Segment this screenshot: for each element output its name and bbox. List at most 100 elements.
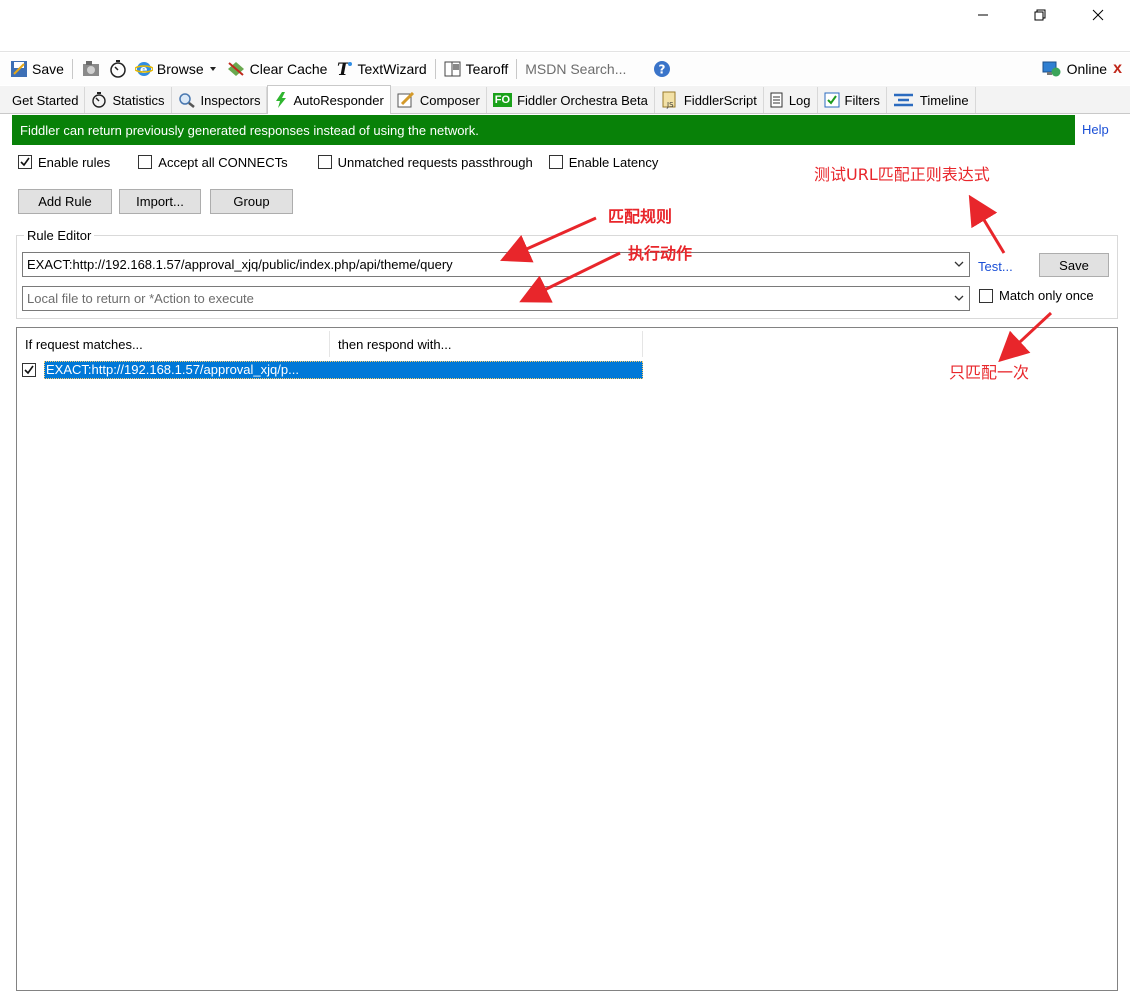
checkbox-box[interactable] xyxy=(548,155,563,169)
close-x-icon[interactable]: x xyxy=(1113,60,1122,78)
match-only-once-label: Match only once xyxy=(999,288,1094,303)
clear-cache-button[interactable]: Clear Cache xyxy=(222,56,332,82)
tab-fiddlerscript[interactable]: JS FiddlerScript xyxy=(654,87,764,113)
toolbar-separator xyxy=(71,59,73,79)
tearoff-button[interactable]: Tearoff xyxy=(440,56,513,82)
checkbox-box[interactable] xyxy=(979,288,993,303)
svg-text:e: e xyxy=(140,63,147,76)
online-status: Online x xyxy=(1041,53,1122,85)
info-banner: Fiddler can return previously generated … xyxy=(12,115,1075,145)
tab-label: Get Started xyxy=(12,92,79,108)
dropdown-caret-icon[interactable] xyxy=(208,64,218,74)
timeline-icon xyxy=(893,93,913,107)
accept-connects-label: Accept all CONNECTs xyxy=(158,154,288,170)
save-icon xyxy=(11,61,27,77)
browse-button[interactable]: e Browse xyxy=(131,56,222,82)
tab-statistics[interactable]: Statistics xyxy=(85,87,172,113)
text-wizard-label: TextWizard xyxy=(357,61,427,77)
tab-label: FiddlerScript xyxy=(683,92,757,108)
toolbar-separator xyxy=(516,59,518,79)
tab-label: AutoResponder xyxy=(293,92,384,108)
checkmark-icon xyxy=(24,365,34,375)
enable-rules-label: Enable rules xyxy=(38,154,111,170)
tab-get-started[interactable]: Get Started xyxy=(6,87,86,113)
browse-label: Browse xyxy=(156,61,204,77)
annotation-match-once: 只匹配一次 xyxy=(949,363,1030,382)
checkmark-icon xyxy=(20,157,30,167)
tab-timeline[interactable]: Timeline xyxy=(886,87,976,113)
checkbox-box[interactable] xyxy=(317,155,332,169)
unmatched-passthrough-label: Unmatched requests passthrough xyxy=(337,154,533,170)
rules-list[interactable] xyxy=(16,327,1118,991)
help-link[interactable]: Help xyxy=(1082,122,1109,137)
magnifier-icon xyxy=(178,93,195,108)
match-rule-value: EXACT:http://192.168.1.57/approval_xjq/p… xyxy=(27,257,453,272)
tearoff-label: Tearoff xyxy=(465,61,509,77)
enable-rules-checkbox[interactable]: Enable rules xyxy=(18,155,110,170)
clear-cache-label: Clear Cache xyxy=(249,61,328,77)
lightning-icon xyxy=(276,92,287,108)
close-icon xyxy=(1092,9,1104,21)
text-wizard-button[interactable]: T TextWizard xyxy=(331,56,430,82)
tab-label: Inspectors xyxy=(200,92,261,108)
action-combobox[interactable]: Local file to return or *Action to execu… xyxy=(22,286,970,311)
minimize-button[interactable] xyxy=(960,0,1006,30)
timer-button[interactable] xyxy=(105,56,131,82)
tab-label: Filters xyxy=(844,92,880,108)
rule-match-cell: EXACT:http://192.168.1.57/approval_xjq/p… xyxy=(46,362,299,377)
tab-inspectors[interactable]: Inspectors xyxy=(171,87,268,113)
network-computer-icon xyxy=(1042,61,1061,77)
checkbox-box[interactable] xyxy=(138,155,153,169)
action-placeholder: Local file to return or *Action to execu… xyxy=(27,291,254,306)
accept-connects-checkbox[interactable]: Accept all CONNECTs xyxy=(138,154,288,170)
enable-latency-checkbox[interactable]: Enable Latency xyxy=(548,154,659,170)
add-rule-button[interactable]: Add Rule xyxy=(18,189,112,214)
group-button[interactable]: Group xyxy=(210,189,293,214)
column-header-label: then respond with... xyxy=(338,336,452,352)
svg-text:JS: JS xyxy=(666,101,674,109)
tab-label: Fiddler Orchestra Beta xyxy=(517,92,648,108)
annotation-test-regex: 测试URL匹配正则表达式 xyxy=(814,165,990,184)
annotation-execute-action: 执行动作 xyxy=(628,244,693,263)
import-button[interactable]: Import... xyxy=(119,189,201,214)
tab-fiddler-orchestra[interactable]: FO Fiddler Orchestra Beta xyxy=(486,87,655,113)
tab-autoresponder[interactable]: AutoResponder xyxy=(267,85,391,114)
enable-latency-label: Enable Latency xyxy=(568,154,659,170)
checkbox-box-checked[interactable] xyxy=(18,155,32,169)
table-row[interactable] xyxy=(22,361,36,379)
chevron-down-icon[interactable] xyxy=(953,292,965,304)
rule-save-button[interactable]: Save xyxy=(1039,253,1109,277)
camera-icon xyxy=(82,61,99,76)
stopwatch-icon xyxy=(92,92,107,108)
minimize-icon xyxy=(978,14,988,16)
save-toolbar-button[interactable]: Save xyxy=(6,56,68,82)
pencil-icon xyxy=(397,92,414,108)
fo-icon: FO xyxy=(492,93,513,107)
rule-enabled-checkbox[interactable] xyxy=(22,363,36,377)
menu-gap xyxy=(0,30,1130,52)
checkbox-icon xyxy=(824,92,840,108)
test-link[interactable]: Test... xyxy=(978,259,1013,274)
help-circle-button[interactable]: ? xyxy=(649,56,675,82)
chevron-down-icon[interactable] xyxy=(953,258,965,270)
match-rule-combobox[interactable]: EXACT:http://192.168.1.57/approval_xjq/p… xyxy=(22,252,970,277)
screenshot-button[interactable] xyxy=(77,56,105,82)
close-window-button[interactable] xyxy=(1075,0,1121,30)
log-icon xyxy=(770,92,783,108)
rule-editor-label: Rule Editor xyxy=(24,228,95,243)
tab-strip: Get Started Statistics Inspectors AutoRe… xyxy=(0,85,1130,114)
browser-e-icon: e xyxy=(134,62,153,76)
svg-text:?: ? xyxy=(659,63,666,77)
column-header-matches[interactable]: If request matches... xyxy=(17,331,330,357)
help-circle-icon: ? xyxy=(654,61,671,77)
tab-composer[interactable]: Composer xyxy=(390,87,487,113)
msdn-search-field[interactable]: MSDN Search... xyxy=(521,56,649,82)
save-toolbar-label: Save xyxy=(32,61,64,77)
column-header-respond[interactable]: then respond with... xyxy=(330,331,643,357)
tab-filters[interactable]: Filters xyxy=(817,87,887,113)
tab-log[interactable]: Log xyxy=(763,87,818,113)
script-icon: JS xyxy=(662,91,676,109)
match-only-once-checkbox[interactable]: Match only once xyxy=(979,288,1094,303)
unmatched-passthrough-checkbox[interactable]: Unmatched requests passthrough xyxy=(317,154,533,170)
restore-button[interactable] xyxy=(1017,0,1063,30)
